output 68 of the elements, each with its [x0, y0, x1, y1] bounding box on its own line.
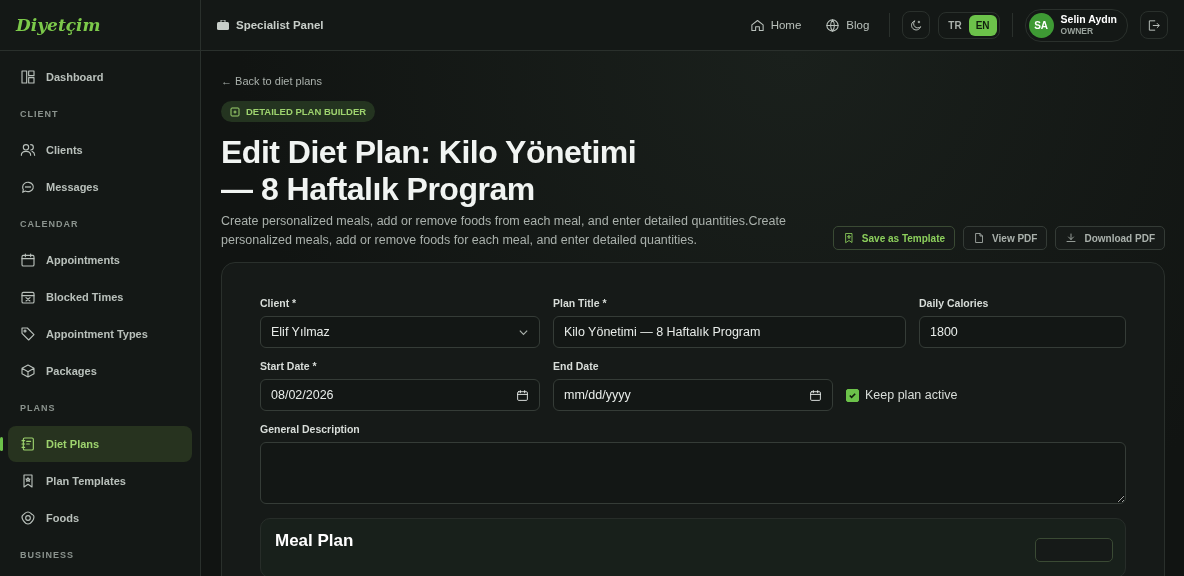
title-input[interactable]: Kilo Yönetimi — 8 Haftalık Program [553, 316, 906, 349]
section-title: PLANS [19, 402, 57, 415]
action-button[interactable]: Save as Template [832, 226, 956, 251]
moon-icon [909, 17, 924, 33]
theme-toggle-button[interactable] [902, 11, 931, 39]
calories-input[interactable]: 1800 [919, 316, 1126, 349]
language-tab[interactable]: TR [941, 14, 969, 36]
plus-square-icon [230, 106, 240, 117]
users-icon [20, 142, 36, 158]
date-input[interactable]: 08/02/2026 [260, 379, 540, 412]
field-label: Daily Calories [919, 297, 990, 310]
field-label: Client * [260, 297, 298, 310]
nav-link[interactable]: Blog [817, 13, 878, 37]
dashboard-icon [20, 69, 36, 85]
field-label: General Description [260, 423, 361, 436]
box-icon [20, 363, 36, 379]
nav-link[interactable]: Home [741, 13, 810, 37]
action-button[interactable]: Download PDF [1055, 226, 1165, 251]
calendar-icon [20, 252, 36, 268]
sidebar-item[interactable]: Packages [8, 353, 192, 389]
notebook-icon [20, 436, 36, 452]
calendar-icon [809, 388, 822, 402]
active-checkbox[interactable] [846, 388, 859, 402]
page-description: Create personalized meals, add or remove foods from each meal, and enter detailed quantities.Create personalized meals, add or remove foods for each meal, and enter detailed quantities. [221, 212, 787, 249]
section-title: CALENDAR [19, 218, 80, 231]
brand-logo[interactable]: Diyetçim [16, 15, 101, 35]
sidebar-item[interactable]: Plan Templates [8, 463, 192, 499]
bookmark-icon [842, 232, 855, 245]
calendar-cross-icon [20, 289, 36, 305]
calendar-icon [516, 388, 529, 402]
panel-label: Specialist Panel [236, 19, 324, 31]
action-button[interactable]: View PDF [963, 226, 1048, 251]
back-link[interactable]: ← Back to diet plans [221, 75, 322, 87]
user-menu[interactable]: SA Selin Aydın OWNER [1024, 8, 1128, 42]
logout-button[interactable] [1140, 11, 1168, 39]
sidebar-item[interactable]: Messages [8, 169, 192, 205]
chat-icon [20, 179, 36, 195]
section-badge: DETAILED PLAN BUILDER [221, 101, 376, 122]
sidebar-item[interactable]: Dashboard [8, 59, 192, 95]
sidebar-item[interactable]: Clients [8, 132, 192, 168]
field-label: Start Date * [260, 360, 318, 373]
egg-icon [20, 510, 36, 526]
sidebar-item[interactable]: Blocked Times [8, 279, 192, 315]
section-title: BUSINESS [19, 549, 75, 562]
logout-icon [1147, 17, 1161, 33]
field-label: End Date [553, 360, 600, 373]
briefcase-icon [217, 20, 229, 30]
client-select[interactable]: Elif Yılmaz [260, 316, 540, 349]
checkbox-label: Keep plan active [865, 388, 958, 403]
date-input[interactable]: mm/dd/yyyy [553, 379, 833, 412]
check-icon [848, 390, 857, 400]
home-icon [749, 17, 765, 33]
user-role: OWNER [1060, 25, 1095, 36]
globe-icon [825, 17, 841, 33]
field-label: Plan Title * [553, 297, 608, 310]
tag-icon [20, 326, 36, 342]
meal-plan-title: Meal Plan [275, 531, 354, 553]
user-name: Selin Aydın [1060, 14, 1117, 26]
language-tab[interactable]: EN [968, 14, 997, 36]
download-icon [1065, 232, 1078, 245]
file-icon [973, 232, 986, 245]
sidebar-item[interactable]: Appointments [8, 242, 192, 278]
section-title: CLIENT [19, 108, 60, 121]
bookmark-icon [20, 473, 36, 489]
page-title: Edit Diet Plan: Kilo Yönetimi — 8 Haftalık Program [221, 134, 638, 208]
user-avatar: SA [1028, 12, 1054, 38]
sidebar-item[interactable]: Foods [8, 500, 192, 536]
sidebar-item[interactable]: Appointment Types [8, 316, 192, 352]
